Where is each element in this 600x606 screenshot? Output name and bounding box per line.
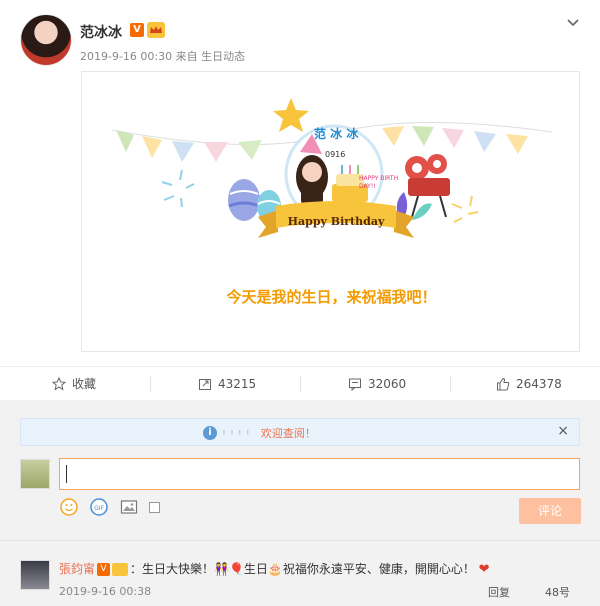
commenter-avatar[interactable] bbox=[20, 560, 50, 590]
post-header: 范冰冰 V 2019-9-16 00:30 来自 生日动态 bbox=[0, 0, 600, 80]
birthday-card[interactable]: 范 冰 冰 0916 HAPPY BIRTH DAY!! Happy Birth… bbox=[81, 71, 580, 352]
star-icon bbox=[273, 98, 309, 132]
card-banner-text: Happy Birthday bbox=[287, 215, 385, 228]
chevron-down-icon[interactable] bbox=[566, 16, 580, 30]
source-prefix: 来自 bbox=[175, 50, 198, 63]
comment-button[interactable]: 32060 bbox=[348, 367, 406, 401]
verified-badge-icon: V bbox=[130, 23, 144, 37]
info-icon: i bbox=[203, 426, 217, 440]
sparkle-right-icon bbox=[451, 195, 479, 223]
action-divider bbox=[150, 376, 151, 392]
post-source[interactable]: 生日动态 bbox=[201, 50, 245, 63]
birthday-message: 今天是我的生日，来祝福我吧！ bbox=[226, 288, 437, 306]
comment-text: ：生日大快樂！👭🎈生日🎂祝福你永遠平安、健康，開開心心！ bbox=[130, 562, 475, 576]
notice-link[interactable]: 欢迎查阅！ bbox=[261, 425, 316, 441]
favorite-label: 收藏 bbox=[72, 377, 97, 391]
text-caret bbox=[66, 465, 67, 483]
comment-input[interactable] bbox=[59, 458, 580, 490]
birthday-illustration bbox=[111, 98, 553, 238]
sparkle-left-icon bbox=[161, 169, 195, 208]
svg-text:GIF: GIF bbox=[94, 505, 104, 512]
post-meta: 2019-9-16 00:30 来自 生日动态 bbox=[80, 48, 245, 64]
verified-badge-icon: V bbox=[97, 563, 111, 576]
image-icon[interactable] bbox=[119, 497, 139, 517]
star-outline-icon bbox=[52, 377, 66, 391]
repost-icon bbox=[199, 379, 211, 390]
repost-checkbox[interactable] bbox=[149, 501, 160, 513]
commenter-username[interactable]: 張鈞甯 bbox=[59, 562, 95, 576]
reply-link[interactable]: 回复 bbox=[488, 584, 510, 600]
card-cake-text: HAPPY BIRTH DAY!! bbox=[359, 175, 399, 190]
member-badge-icon bbox=[147, 22, 165, 38]
comment-notice: i ᵎᵎᵎᵎ 欢迎查阅！ × bbox=[20, 418, 580, 446]
thumbs-up-icon bbox=[497, 377, 510, 391]
gif-icon[interactable]: GIF bbox=[89, 497, 109, 517]
submit-comment-button[interactable]: 评论 bbox=[519, 498, 581, 524]
repost-count: 43215 bbox=[218, 377, 257, 391]
section-divider bbox=[0, 540, 600, 541]
comment-timestamp: 2019-9-16 00:38 bbox=[59, 585, 152, 598]
card-date-text: 0916 bbox=[325, 150, 346, 159]
action-divider bbox=[450, 376, 451, 392]
close-icon[interactable]: × bbox=[557, 423, 569, 439]
repost-button[interactable]: 43215 bbox=[198, 367, 256, 401]
emoji-icon[interactable] bbox=[59, 497, 79, 517]
current-user-avatar[interactable] bbox=[20, 459, 50, 489]
comment-item: 張鈞甯 V ：生日大快樂！👭🎈生日🎂祝福你永遠平安、健康，開開心心！ ❤ bbox=[59, 560, 490, 577]
comment-like[interactable]: 48号 bbox=[545, 584, 570, 600]
notice-decoration: ᵎᵎᵎᵎ bbox=[223, 426, 255, 440]
like-count: 264378 bbox=[516, 377, 562, 391]
card-name-text: 范 冰 冰 bbox=[314, 127, 359, 141]
crown-icon bbox=[147, 22, 165, 38]
crown-icon bbox=[112, 563, 129, 576]
comment-icon bbox=[349, 378, 361, 391]
post-username[interactable]: 范冰冰 bbox=[80, 22, 122, 42]
like-button[interactable]: 264378 bbox=[496, 367, 562, 401]
comment-toolbar: GIF bbox=[59, 497, 160, 517]
action-bar: 收藏 43215 32060 264378 bbox=[0, 366, 600, 400]
post-timestamp[interactable]: 2019-9-16 00:30 bbox=[80, 50, 172, 63]
action-divider bbox=[300, 376, 301, 392]
comment-count: 32060 bbox=[368, 377, 407, 391]
avatar[interactable] bbox=[20, 14, 72, 66]
favorite-button[interactable]: 收藏 bbox=[52, 367, 96, 401]
heart-icon: ❤ bbox=[478, 562, 490, 577]
